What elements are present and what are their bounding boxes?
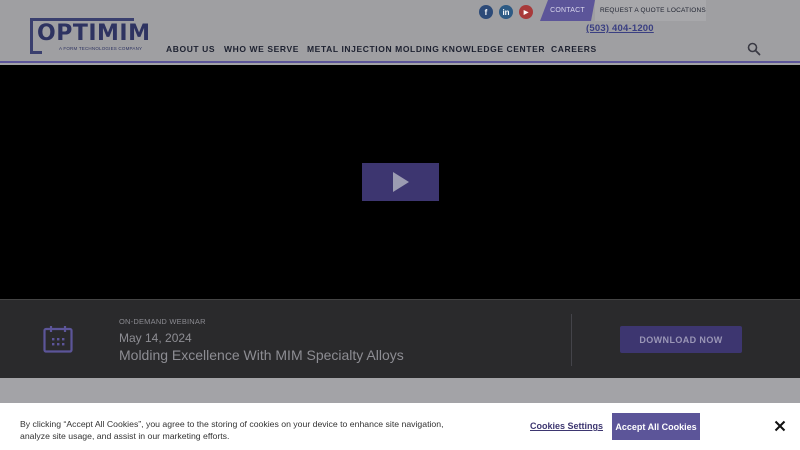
optimim-logo[interactable]: OPTIMIM A FORM TECHNOLOGIES COMPANY	[30, 18, 150, 54]
facebook-icon[interactable]: f	[479, 5, 493, 19]
calendar-icon	[43, 326, 73, 353]
webinar-kicker: ON-DEMAND WEBINAR	[119, 317, 206, 326]
request-quote-link[interactable]: REQUEST A QUOTE	[600, 7, 665, 14]
nav-about-us[interactable]: ABOUT US	[166, 44, 215, 54]
webinar-banner: ON-DEMAND WEBINAR May 14, 2024 Molding E…	[0, 299, 800, 378]
logo-tagline: A FORM TECHNOLOGIES COMPANY	[59, 46, 143, 51]
youtube-icon[interactable]: ▶	[519, 5, 533, 19]
nav-knowledge-center[interactable]: KNOWLEDGE CENTER	[442, 44, 545, 54]
nav-who-we-serve[interactable]: WHO WE SERVE	[224, 44, 299, 54]
cookies-settings-button[interactable]: Cookies Settings	[530, 421, 603, 431]
nav-careers[interactable]: CAREERS	[551, 44, 597, 54]
divider	[571, 314, 572, 366]
close-icon[interactable]	[774, 420, 786, 432]
logo-wordmark: OPTIMIM	[37, 21, 151, 46]
cookie-consent-text: By clicking “Accept All Cookies”, you ag…	[20, 419, 444, 441]
accept-all-cookies-button[interactable]: Accept All Cookies	[612, 413, 700, 440]
phone-link[interactable]: (503) 404-1200	[586, 23, 654, 34]
search-icon[interactable]	[747, 42, 761, 56]
youtube-play-glyph: ▶	[523, 9, 529, 16]
webinar-date: May 14, 2024	[119, 331, 192, 345]
page-background	[0, 378, 800, 403]
linkedin-icon[interactable]: in	[499, 5, 513, 19]
play-button[interactable]	[362, 163, 439, 201]
download-now-button[interactable]: DOWNLOAD NOW	[620, 326, 742, 353]
nav-metal-injection-molding[interactable]: METAL INJECTION MOLDING	[307, 44, 439, 54]
webinar-title: Molding Excellence With MIM Specialty Al…	[119, 347, 404, 363]
contact-link[interactable]: CONTACT	[540, 0, 595, 21]
utility-links: REQUEST A QUOTE LOCATIONS	[595, 0, 706, 21]
cookie-banner: By clicking “Accept All Cookies”, you ag…	[0, 403, 800, 450]
play-icon	[392, 172, 409, 192]
locations-link[interactable]: LOCATIONS	[667, 7, 706, 14]
video-player[interactable]	[0, 65, 800, 299]
site-header: OPTIMIM A FORM TECHNOLOGIES COMPANY f in…	[0, 0, 800, 63]
utility-bar: CONTACT REQUEST A QUOTE LOCATIONS	[540, 0, 706, 21]
